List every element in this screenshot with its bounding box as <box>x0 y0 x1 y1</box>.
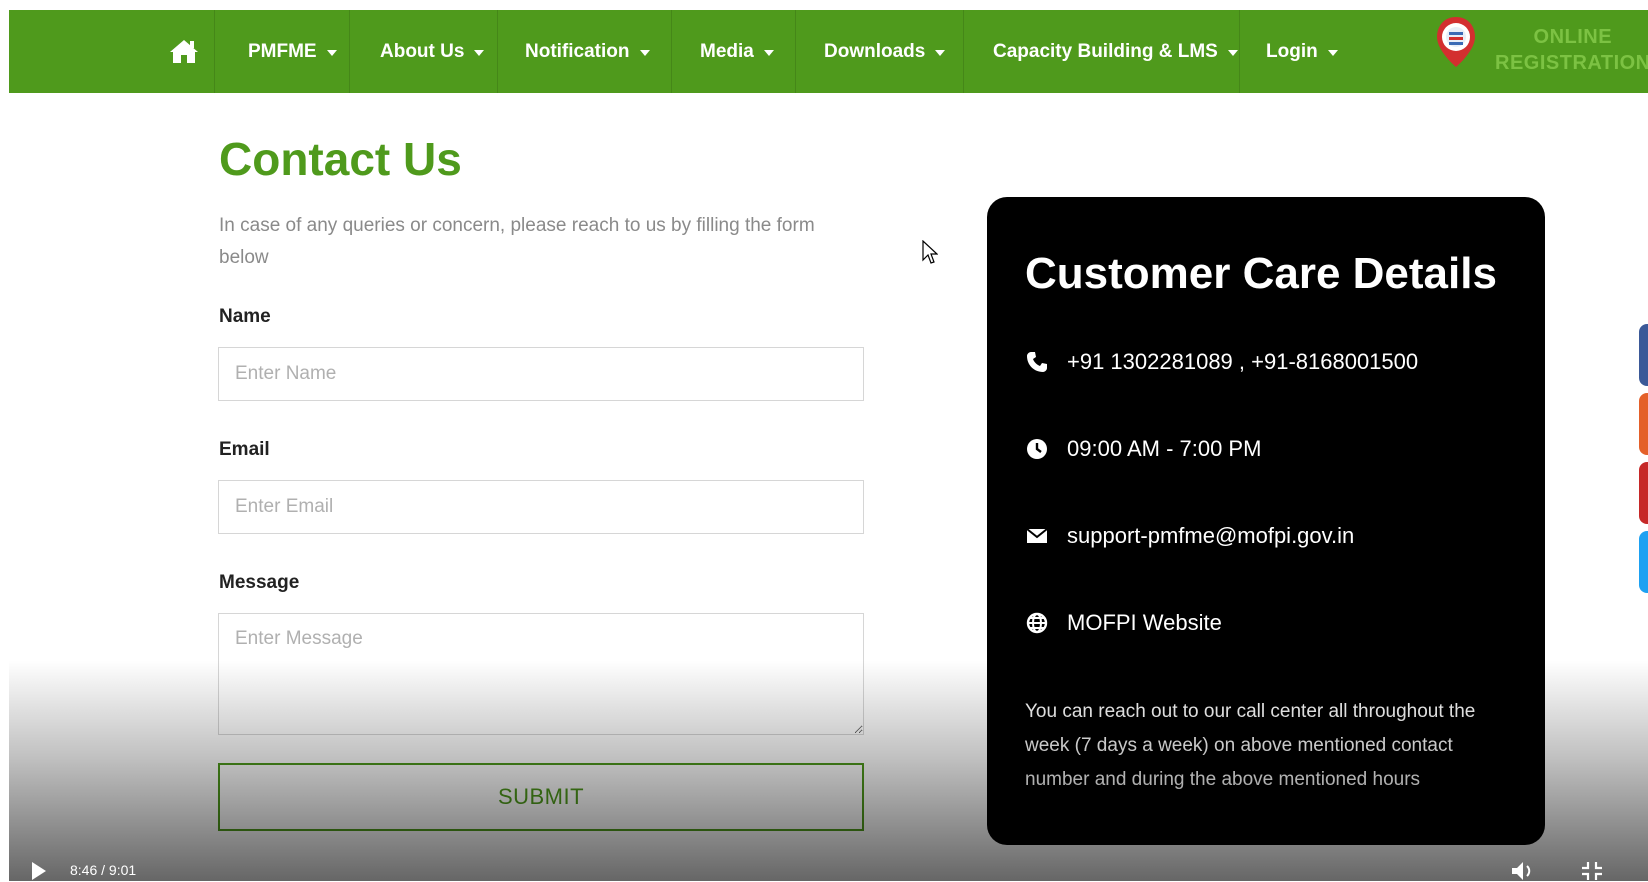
nav-item-label: Notification <box>525 40 630 62</box>
nav-item-about-us[interactable]: About Us <box>349 10 497 93</box>
twitter-tab-icon[interactable] <box>1639 531 1648 593</box>
caret-down-icon <box>935 49 946 56</box>
customer-care-card: Customer Care Details +91 1302281089 , +… <box>987 197 1545 845</box>
nav-item-login[interactable]: Login <box>1239 10 1363 93</box>
nav-item-capacity-building[interactable]: Capacity Building & LMS <box>963 10 1239 93</box>
nav-item-notification[interactable]: Notification <box>497 10 671 93</box>
message-label: Message <box>219 572 300 593</box>
nav-item-label: About Us <box>380 40 465 62</box>
name-input[interactable] <box>218 347 864 401</box>
nav-item-pmfme[interactable]: PMFME <box>214 10 349 93</box>
top-navbar: PMFME About Us Notification Media Downlo… <box>9 10 1648 93</box>
care-website-link[interactable]: MOFPI Website <box>1067 610 1222 636</box>
customer-care-title: Customer Care Details <box>1025 249 1497 298</box>
name-label: Name <box>219 306 271 327</box>
care-hours-text: 09:00 AM - 7:00 PM <box>1067 436 1262 461</box>
caret-down-icon <box>474 49 485 56</box>
nav-item-downloads[interactable]: Downloads <box>795 10 963 93</box>
caret-down-icon <box>639 49 650 56</box>
home-icon[interactable] <box>167 32 201 70</box>
care-phone-row: +91 1302281089 , +91-8168001500 <box>1025 347 1418 377</box>
nav-item-label: Login <box>1266 40 1318 62</box>
care-hours-row: 09:00 AM - 7:00 PM <box>1025 434 1261 464</box>
email-label: Email <box>219 439 270 460</box>
care-email-row: support-pmfme@mofpi.gov.in <box>1025 521 1354 551</box>
registration-line-1: ONLINE <box>1533 26 1613 48</box>
nav-item-label: Downloads <box>824 40 926 62</box>
facebook-tab-icon[interactable] <box>1639 324 1648 386</box>
clock-icon <box>1025 437 1049 461</box>
care-email-text[interactable]: support-pmfme@mofpi.gov.in <box>1067 523 1354 549</box>
online-registration-link[interactable]: ONLINE REGISTRATION <box>1495 24 1648 76</box>
nav-item-label: PMFME <box>248 40 317 62</box>
intro-text: In case of any queries or concern, pleas… <box>219 215 815 268</box>
email-input[interactable] <box>218 480 864 534</box>
mouse-cursor-icon <box>922 240 938 264</box>
page: PMFME About Us Notification Media Downlo… <box>9 10 1648 881</box>
envelope-icon <box>1025 524 1049 548</box>
caret-down-icon <box>1327 49 1338 56</box>
submit-button[interactable]: SUBMIT <box>218 763 864 831</box>
page-title: Contact Us <box>219 133 462 185</box>
phone-icon <box>1025 350 1049 374</box>
care-phone-text: +91 1302281089 , +91-8168001500 <box>1067 349 1419 374</box>
nav-item-label: Capacity Building & LMS <box>993 40 1218 62</box>
play-icon[interactable] <box>32 862 46 880</box>
nav-item-media[interactable]: Media <box>671 10 795 93</box>
volume-icon[interactable] <box>1510 860 1540 882</box>
caret-down-icon <box>763 49 774 56</box>
share-tab-icon[interactable] <box>1639 393 1648 455</box>
caret-down-icon <box>326 49 337 56</box>
globe-icon <box>1025 611 1049 635</box>
message-textarea[interactable] <box>218 613 864 735</box>
caret-down-icon <box>1227 49 1238 56</box>
youtube-tab-icon[interactable] <box>1639 462 1648 524</box>
registration-badge-icon[interactable] <box>1434 15 1478 87</box>
care-website-row: MOFPI Website <box>1025 608 1222 638</box>
care-note-text: You can reach out to our call center all… <box>1025 701 1476 790</box>
registration-line-2: REGISTRATION <box>1495 52 1648 74</box>
nav-item-label: Media <box>700 40 754 62</box>
exit-fullscreen-icon[interactable] <box>1580 860 1604 882</box>
